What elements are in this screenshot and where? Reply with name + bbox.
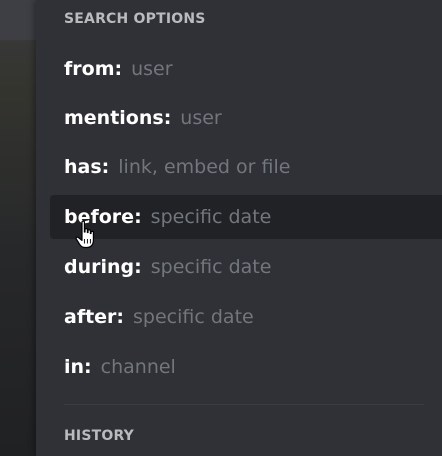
option-hint: user bbox=[131, 58, 173, 80]
option-mentions[interactable]: mentions: user bbox=[50, 96, 442, 140]
option-hint: channel bbox=[100, 356, 176, 378]
option-has[interactable]: has: link, embed or file bbox=[50, 145, 442, 189]
hand-pointer-icon bbox=[75, 220, 94, 249]
option-key: in: bbox=[64, 356, 92, 378]
section-divider bbox=[64, 404, 424, 405]
background-top-band bbox=[0, 0, 36, 40]
search-popout-screen: SEARCH OPTIONS from: user mentions: user… bbox=[0, 0, 442, 456]
option-key: after: bbox=[64, 306, 125, 328]
option-after[interactable]: after: specific date bbox=[50, 295, 442, 339]
option-hint: link, embed or file bbox=[118, 156, 291, 178]
option-in[interactable]: in: channel bbox=[50, 345, 442, 389]
history-header: HISTORY bbox=[64, 428, 135, 444]
option-hint: user bbox=[180, 107, 222, 129]
option-key: during: bbox=[64, 256, 142, 278]
option-hint: specific date bbox=[150, 256, 272, 278]
option-key: from: bbox=[64, 58, 123, 80]
option-hint: specific date bbox=[150, 206, 272, 228]
option-key: mentions: bbox=[64, 107, 172, 129]
search-options-header: SEARCH OPTIONS bbox=[64, 11, 206, 27]
background-pane bbox=[0, 0, 36, 456]
option-key: has: bbox=[64, 156, 110, 178]
option-during[interactable]: during: specific date bbox=[50, 245, 442, 289]
option-from[interactable]: from: user bbox=[50, 47, 442, 91]
option-before[interactable]: before: specific date bbox=[50, 195, 442, 239]
option-hint: specific date bbox=[133, 306, 254, 328]
